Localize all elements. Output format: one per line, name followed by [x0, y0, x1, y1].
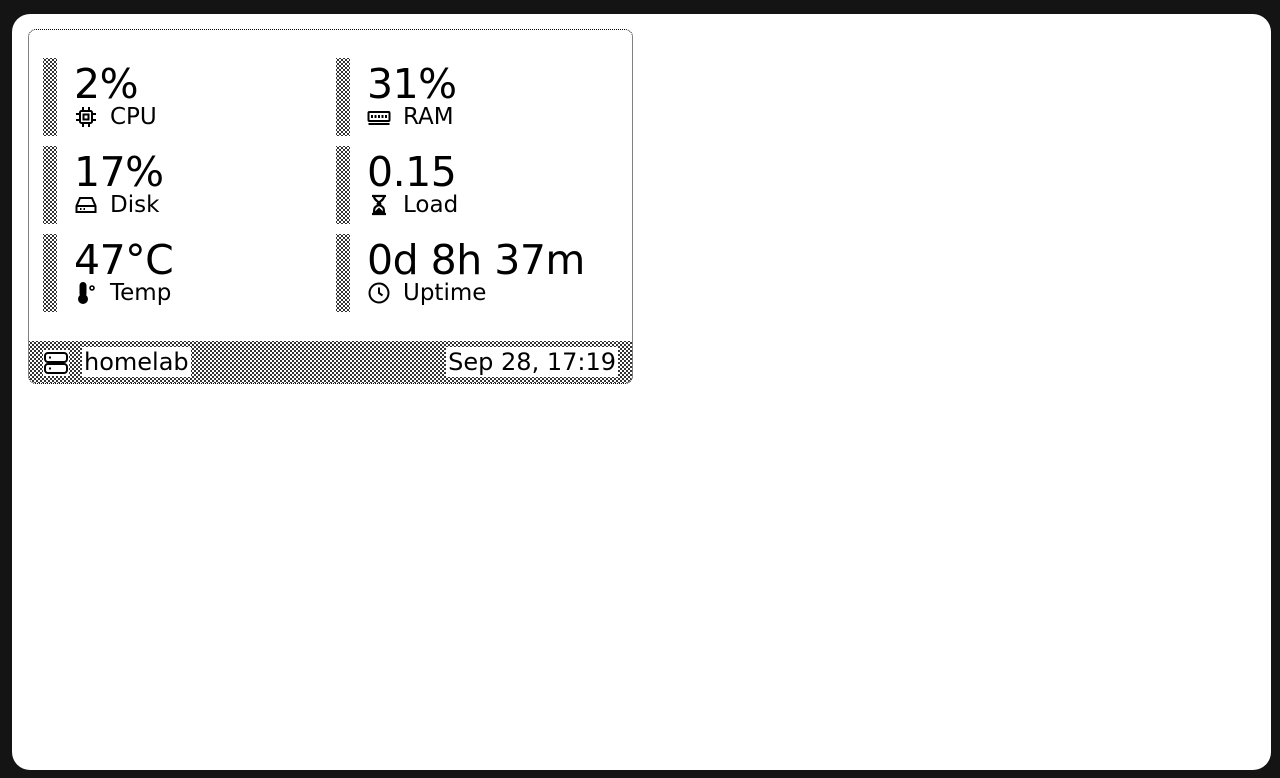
cpu-label: CPU	[110, 104, 157, 130]
disk-value: 17%	[74, 148, 164, 196]
cpu-icon	[74, 105, 98, 129]
clock-icon	[367, 281, 391, 305]
stat-tile-load: 0.15 Load	[336, 146, 616, 224]
screen: 2% CPU 31% RAM 17% Disk 0.15 Load 47°C T…	[12, 14, 1271, 770]
stat-bar	[43, 58, 57, 136]
datetime: Sep 28, 17:19	[446, 347, 618, 377]
load-label: Load	[403, 192, 459, 218]
ram-label: RAM	[403, 104, 454, 130]
system-stats-widget: 2% CPU 31% RAM 17% Disk 0.15 Load 47°C T…	[28, 29, 633, 384]
thermometer-icon	[74, 281, 98, 305]
disk-icon	[74, 193, 98, 217]
hostname: homelab	[82, 347, 191, 377]
stat-tile-disk: 17% Disk	[43, 146, 323, 224]
uptime-label: Uptime	[403, 280, 487, 306]
disk-label: Disk	[110, 192, 160, 218]
stat-tile-temp: 47°C Temp	[43, 234, 323, 312]
load-value: 0.15	[367, 148, 457, 196]
uptime-value: 0d 8h 37m	[367, 236, 585, 284]
stat-tile-uptime: 0d 8h 37m Uptime	[336, 234, 616, 312]
stat-bar	[336, 58, 350, 136]
stat-tile-cpu: 2% CPU	[43, 58, 323, 136]
temp-value: 47°C	[74, 236, 174, 284]
temp-label: Temp	[110, 280, 172, 306]
stat-tile-ram: 31% RAM	[336, 58, 616, 136]
hourglass-icon	[367, 193, 391, 217]
memory-icon	[367, 105, 391, 129]
stat-bar	[43, 234, 57, 312]
stat-bar	[336, 146, 350, 224]
widget-footer: homelab Sep 28, 17:19	[29, 341, 632, 383]
ram-value: 31%	[367, 60, 457, 108]
server-icon	[43, 350, 69, 376]
stat-bar	[336, 234, 350, 312]
cpu-value: 2%	[74, 60, 139, 108]
stat-bar	[43, 146, 57, 224]
